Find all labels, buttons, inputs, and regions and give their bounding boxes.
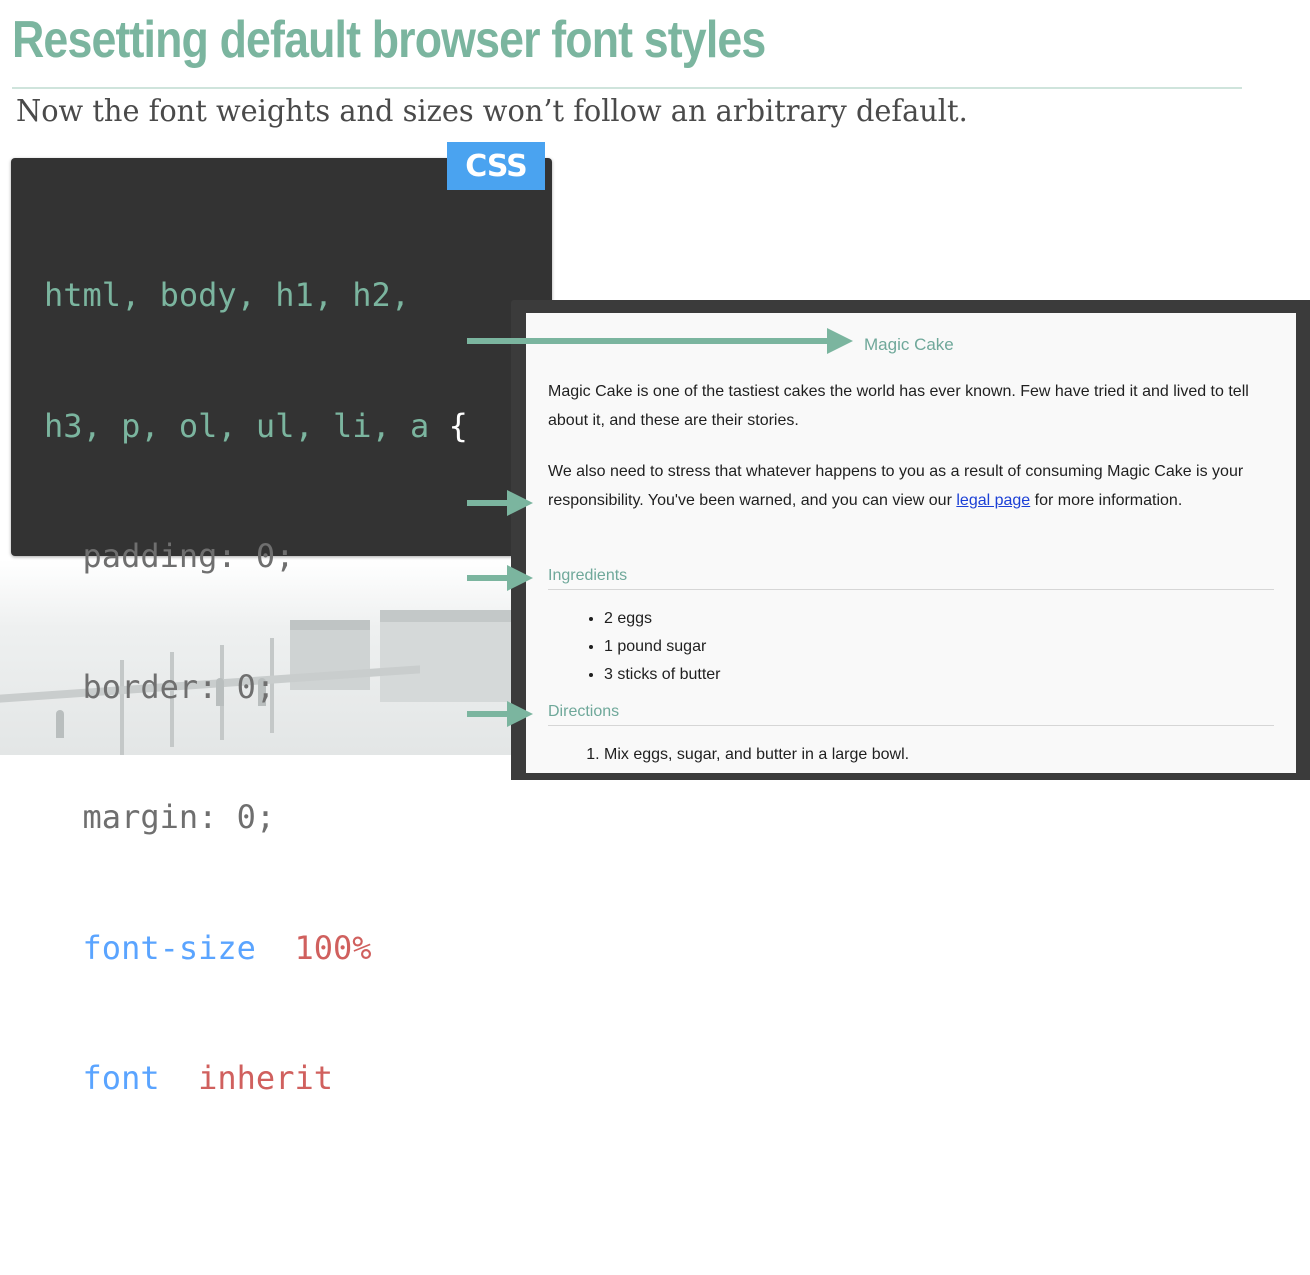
arrow-right-icon [467, 490, 533, 516]
code-line: font: inherit; [44, 1057, 468, 1101]
code-selector: html, body, h1, h2, [44, 276, 411, 314]
slide-title: Resetting default browser font styles [12, 11, 766, 69]
code-value: 100% [294, 928, 372, 967]
code-line: h3, p, ol, ul, li, a { [44, 405, 468, 449]
code-property: font-size [82, 928, 256, 967]
title-divider [12, 87, 1242, 89]
code-colon: : [159, 1059, 199, 1097]
browser-page[interactable]: Magic Cake Magic Cake is one of the tast… [526, 313, 1296, 773]
paragraph-text: for more information. [1030, 492, 1183, 509]
code-line: margin: 0; [44, 796, 468, 840]
code-line: padding: 0; [44, 535, 468, 579]
list-item: 2 eggs [604, 605, 721, 633]
code-block: html, body, h1, h2, h3, p, ol, ul, li, a… [44, 187, 468, 1275]
code-rule-border: border: 0; [82, 667, 276, 706]
code-line: border: 0; [44, 666, 468, 710]
code-semicolon: ; [332, 1059, 353, 1097]
code-rule-padding: padding: 0; [82, 537, 295, 575]
code-open-brace: { [429, 406, 468, 445]
page-paragraph: Magic Cake is one of the tastiest cakes … [548, 383, 1249, 429]
ingredients-list: 2 eggs 1 pound sugar 3 sticks of butter [548, 605, 721, 689]
arrow-right-icon [467, 328, 853, 354]
list-item: 1 pound sugar [604, 633, 721, 661]
arrow-right-icon [467, 565, 533, 591]
code-selector: h3, p, ol, ul, li, a [44, 406, 430, 445]
code-semicolon: ; [371, 928, 391, 967]
ingredients-heading: Ingredients [548, 567, 1274, 590]
list-item: Mix eggs, sugar, and butter in a large b… [604, 741, 909, 769]
code-rule-margin: margin: 0; [82, 798, 276, 836]
code-property: font [82, 1059, 160, 1097]
list-item: 3 sticks of butter [604, 661, 721, 689]
code-line: font-size: 100%; [44, 927, 468, 971]
page-paragraph: We also need to stress that whatever hap… [548, 457, 1273, 515]
code-value: inherit [198, 1059, 333, 1097]
code-colon: : [255, 928, 295, 967]
page-heading: Magic Cake [864, 335, 954, 354]
directions-list: Mix eggs, sugar, and butter in a large b… [548, 741, 909, 769]
code-close-brace: } [44, 1189, 64, 1228]
code-line: html, body, h1, h2, [44, 274, 468, 318]
code-line: } [44, 1188, 468, 1232]
directions-heading: Directions [548, 703, 1274, 726]
slide-subtitle: Now the font weights and sizes won’t fol… [16, 94, 968, 129]
legal-page-link[interactable]: legal page [956, 492, 1030, 509]
css-badge: CSS [447, 142, 545, 190]
arrow-right-icon [467, 701, 533, 727]
